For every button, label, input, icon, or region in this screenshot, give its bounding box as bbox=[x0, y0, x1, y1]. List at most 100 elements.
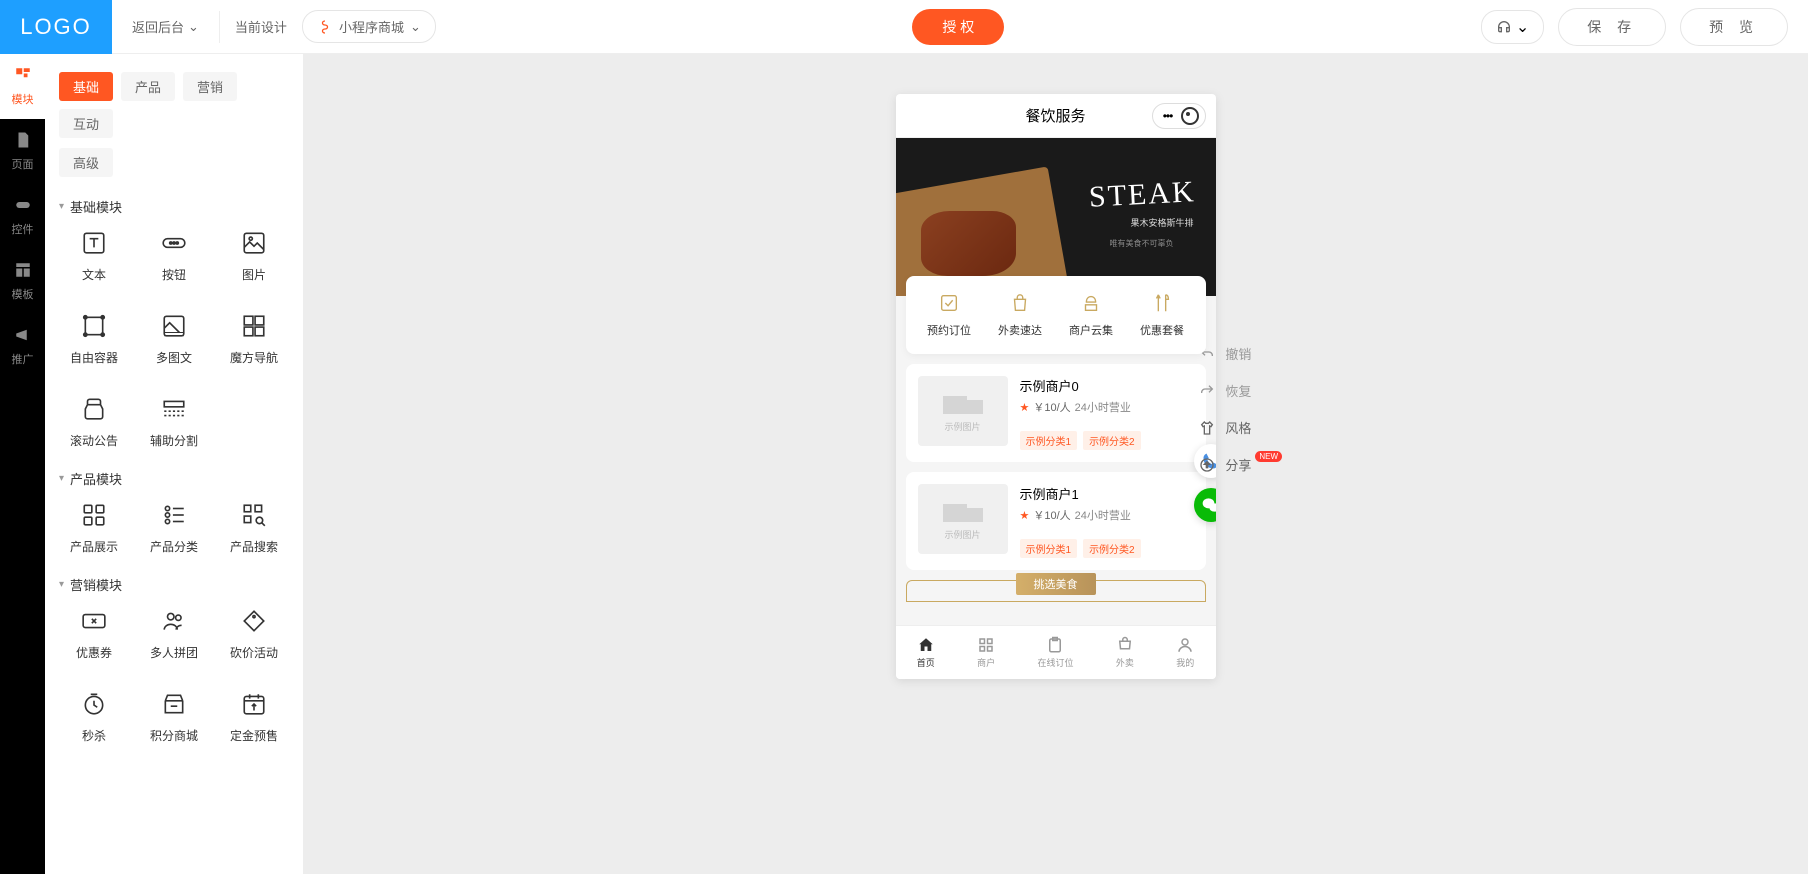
support-button[interactable]: ⌄ bbox=[1481, 10, 1544, 44]
module-text[interactable]: 文本 bbox=[59, 230, 129, 283]
category-icon bbox=[161, 502, 187, 528]
app-header: LOGO 返回后台 ⌄ 当前设计 小程序商城 ⌄ 授 权 ⌄ 保 存 预 览 bbox=[0, 0, 1808, 54]
module-container[interactable]: 自由容器 bbox=[59, 313, 129, 366]
tag: 示例分类1 bbox=[1020, 431, 1078, 450]
section-product[interactable]: 产品模块 bbox=[59, 469, 289, 488]
scroll-icon bbox=[81, 396, 107, 422]
rail-widget[interactable]: 控件 bbox=[0, 184, 45, 249]
feature-merchants[interactable]: 商户云集 bbox=[1069, 292, 1113, 338]
share-icon bbox=[1199, 457, 1215, 473]
phone-tabbar: 首页 商户 在线订位 外卖 我的 bbox=[896, 625, 1216, 679]
tabbar-booking[interactable]: 在线订位 bbox=[1037, 636, 1073, 669]
module-productshow[interactable]: 产品展示 bbox=[59, 502, 129, 555]
image-icon bbox=[241, 230, 267, 256]
headset-icon bbox=[1496, 19, 1512, 35]
tab-advanced[interactable]: 高级 bbox=[59, 148, 113, 177]
target-icon bbox=[1181, 107, 1199, 125]
tag: 示例分类2 bbox=[1083, 539, 1141, 558]
template-icon bbox=[14, 261, 32, 279]
button-icon bbox=[161, 230, 187, 256]
tabbar-mine[interactable]: 我的 bbox=[1176, 636, 1194, 669]
logo: LOGO bbox=[0, 0, 112, 54]
tag: 示例分类1 bbox=[1020, 539, 1078, 558]
tab-product[interactable]: 产品 bbox=[121, 72, 175, 101]
undo-button[interactable]: 撤销 bbox=[1199, 344, 1288, 363]
shirt-icon bbox=[1199, 420, 1215, 436]
authorize-button[interactable]: 授 权 bbox=[912, 9, 1004, 45]
section-marketing[interactable]: 营销模块 bbox=[59, 575, 289, 594]
module-multiimg[interactable]: 多图文 bbox=[139, 313, 209, 366]
preview-button[interactable]: 预 览 bbox=[1680, 8, 1788, 46]
module-points[interactable]: 积分商城 bbox=[139, 691, 209, 744]
merchant-name: 示例商户1 bbox=[1020, 484, 1194, 503]
feature-card: 预约订位 外卖速达 商户云集 优惠套餐 bbox=[906, 276, 1206, 354]
wechat-icon bbox=[1201, 495, 1216, 515]
module-panel: 基础 产品 营销 互动 高级 基础模块 文本 按钮 图片 自由容器 bbox=[45, 54, 303, 874]
rail-promote[interactable]: 推广 bbox=[0, 314, 45, 379]
redo-button[interactable]: 恢复 bbox=[1199, 381, 1288, 400]
share-button[interactable]: 分享 NEW bbox=[1199, 455, 1288, 474]
feature-delivery[interactable]: 外卖速达 bbox=[998, 292, 1042, 338]
booking-icon bbox=[938, 292, 960, 314]
rail-template[interactable]: 模板 bbox=[0, 249, 45, 314]
merchant-card[interactable]: 示例图片 示例商户0 ★ ￥10/人 24小时营业 示例分类1 示例分类2 bbox=[906, 364, 1206, 462]
module-seckill[interactable]: 秒杀 bbox=[59, 691, 129, 744]
current-design-label: 当前设计 bbox=[220, 17, 302, 36]
star-icon: ★ bbox=[1020, 401, 1030, 414]
tag: 示例分类2 bbox=[1083, 431, 1141, 450]
coupon-icon bbox=[81, 608, 107, 634]
merchant-card[interactable]: 示例图片 示例商户1 ★ ￥10/人 24小时营业 示例分类1 示例分类2 bbox=[906, 472, 1206, 570]
tabbar-delivery[interactable]: 外卖 bbox=[1116, 636, 1134, 669]
merchant-name: 示例商户0 bbox=[1020, 376, 1194, 395]
module-coupon[interactable]: 优惠券 bbox=[59, 608, 129, 661]
shop-icon bbox=[161, 691, 187, 717]
feature-combo[interactable]: 优惠套餐 bbox=[1140, 292, 1184, 338]
calendar-money-icon bbox=[241, 691, 267, 717]
new-badge: NEW bbox=[1255, 451, 1282, 462]
module-image[interactable]: 图片 bbox=[219, 230, 289, 283]
tab-basic[interactable]: 基础 bbox=[59, 72, 113, 101]
divider-icon bbox=[161, 396, 187, 422]
feature-booking[interactable]: 预约订位 bbox=[927, 292, 971, 338]
magicnav-icon bbox=[241, 313, 267, 339]
module-productcat[interactable]: 产品分类 bbox=[139, 502, 209, 555]
tabbar-home[interactable]: 首页 bbox=[917, 636, 935, 669]
section-basic[interactable]: 基础模块 bbox=[59, 197, 289, 216]
module-productsearch[interactable]: 产品搜索 bbox=[219, 502, 289, 555]
canvas: 餐饮服务 ••• STEAK 果木安格斯牛排 唯有美食不可辜负 bbox=[303, 54, 1808, 874]
banner[interactable]: STEAK 果木安格斯牛排 唯有美食不可辜负 bbox=[896, 138, 1216, 296]
more-icon: ••• bbox=[1159, 107, 1177, 125]
miniprogram-icon bbox=[317, 19, 333, 35]
design-selector[interactable]: 小程序商城 ⌄ bbox=[302, 10, 436, 43]
module-icon bbox=[14, 66, 32, 84]
phone-title: 餐饮服务 bbox=[1025, 105, 1085, 126]
multiimg-icon bbox=[161, 313, 187, 339]
text-icon bbox=[81, 230, 107, 256]
user-icon bbox=[1176, 636, 1194, 654]
tab-marketing[interactable]: 营销 bbox=[183, 72, 237, 101]
search-grid-icon bbox=[241, 502, 267, 528]
container-icon bbox=[81, 313, 107, 339]
module-magicnav[interactable]: 魔方导航 bbox=[219, 313, 289, 366]
save-button[interactable]: 保 存 bbox=[1558, 8, 1666, 46]
module-presale[interactable]: 定金预售 bbox=[219, 691, 289, 744]
module-divider[interactable]: 辅助分割 bbox=[139, 396, 209, 449]
module-scroll[interactable]: 滚动公告 bbox=[59, 396, 129, 449]
phone-preview: 餐饮服务 ••• STEAK 果木安格斯牛排 唯有美食不可辜负 bbox=[896, 94, 1216, 679]
rail-module[interactable]: 模块 bbox=[0, 54, 45, 119]
phone-menu[interactable]: ••• bbox=[1152, 103, 1206, 129]
rail-page[interactable]: 页面 bbox=[0, 119, 45, 184]
back-button[interactable]: 返回后台 ⌄ bbox=[112, 11, 220, 43]
grid-icon bbox=[81, 502, 107, 528]
merchant-image: 示例图片 bbox=[918, 376, 1008, 446]
tab-interactive[interactable]: 互动 bbox=[59, 109, 113, 138]
clipboard-icon bbox=[1046, 636, 1064, 654]
banner-title: STEAK bbox=[1088, 175, 1196, 215]
phone-header: 餐饮服务 ••• bbox=[896, 94, 1216, 138]
tabbar-merchant[interactable]: 商户 bbox=[977, 636, 995, 669]
module-button[interactable]: 按钮 bbox=[139, 230, 209, 283]
style-button[interactable]: 风格 bbox=[1199, 418, 1288, 437]
module-groupbuy[interactable]: 多人拼团 bbox=[139, 608, 209, 661]
module-bargain[interactable]: 砍价活动 bbox=[219, 608, 289, 661]
toggle-icon bbox=[14, 196, 32, 214]
